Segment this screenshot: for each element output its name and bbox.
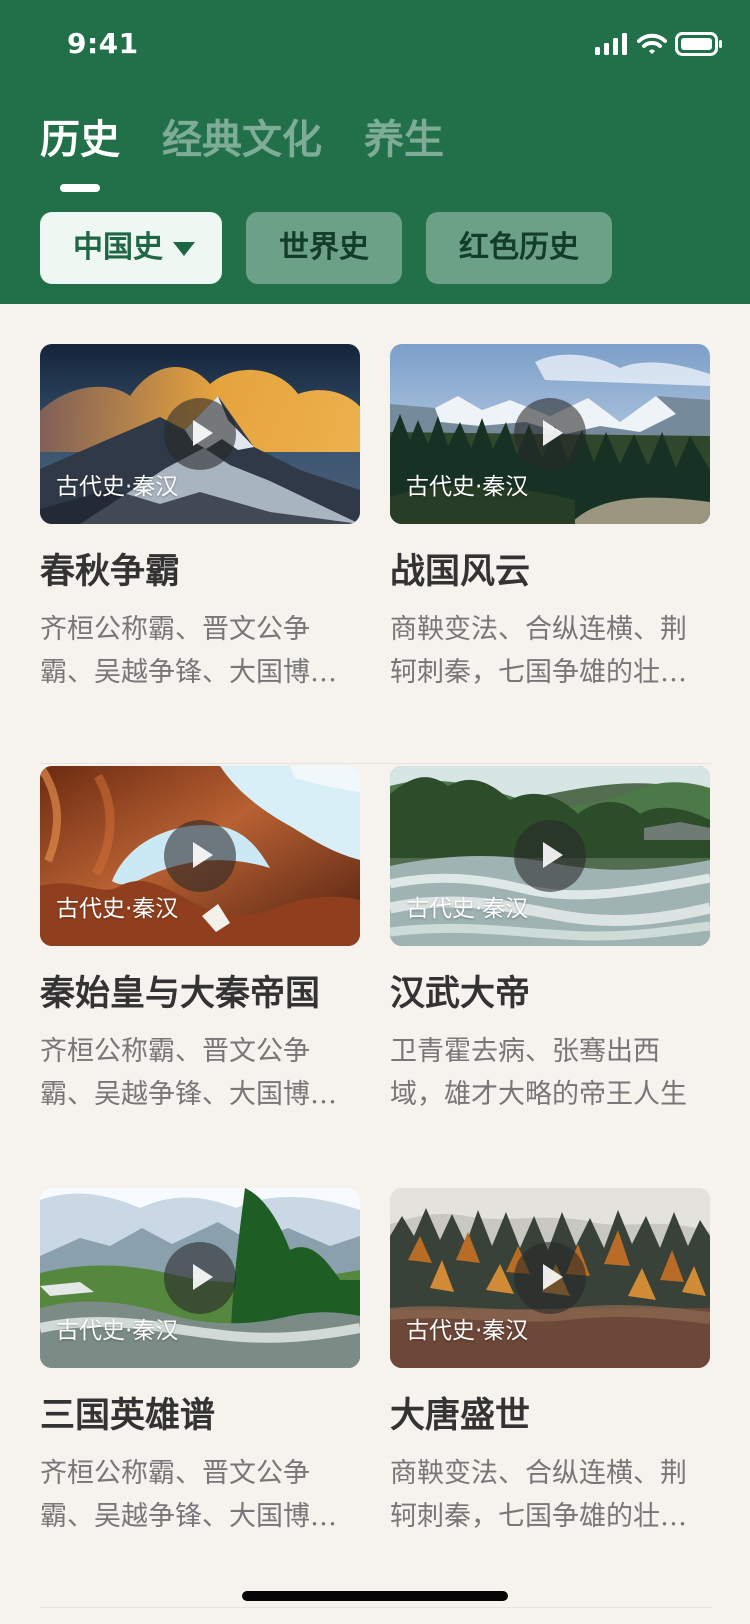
play-icon[interactable] (164, 398, 236, 470)
history-card-spring-autumn[interactable]: 古代史·秦汉 春秋争霸 齐桓公称霸、晋文公争霸、吴越争锋、大国博… (40, 344, 360, 704)
active-tab-indicator (60, 184, 100, 192)
video-thumbnail[interactable]: 古代史·秦汉 (390, 766, 710, 946)
card-description: 齐桓公称霸、晋文公争霸、吴越争锋、大国博… (40, 614, 337, 688)
card-title[interactable]: 三国英雄谱 (40, 1392, 360, 1440)
card-description: 卫青霍去病、张骞出西域，雄才大略的帝王人生 (390, 1036, 687, 1110)
card-description: 商鞅变法、合纵连横、荆轲刺秦，七国争雄的壮… (390, 614, 687, 688)
battery-icon (675, 32, 722, 56)
filter-red-history[interactable]: 红色历史 (426, 212, 612, 284)
row-divider (40, 1607, 712, 1608)
card-title[interactable]: 秦始皇与大秦帝国 (40, 970, 360, 1018)
tab-health[interactable]: 养生 (364, 112, 444, 168)
history-card-han-emperor[interactable]: 古代史·秦汉 汉武大帝 卫青霍去病、张骞出西域，雄才大略的帝王人生 (390, 766, 710, 1126)
wifi-icon (637, 33, 667, 54)
history-card-three-kingdoms[interactable]: 古代史·秦汉 三国英雄谱 齐桓公称霸、晋文公争霸、吴越争锋、大国博… (40, 1188, 360, 1548)
era-badge: 古代史·秦汉 (406, 474, 529, 500)
play-icon[interactable] (514, 1242, 586, 1314)
play-icon[interactable] (514, 820, 586, 892)
content-row: 古代史·秦汉 春秋争霸 齐桓公称霸、晋文公争霸、吴越争锋、大国博… 古代史·秦汉… (40, 344, 712, 764)
history-card-warring-states[interactable]: 古代史·秦汉 战国风云 商鞅变法、合纵连横、荆轲刺秦，七国争雄的壮… (390, 344, 710, 704)
row-divider (40, 763, 712, 764)
video-thumbnail[interactable]: 古代史·秦汉 (40, 766, 360, 946)
category-tabs: 历史 经典文化 养生 (40, 112, 444, 192)
card-title[interactable]: 大唐盛世 (390, 1392, 710, 1440)
play-icon[interactable] (164, 1242, 236, 1314)
tab-history[interactable]: 历史 (40, 112, 120, 168)
play-icon[interactable] (164, 820, 236, 892)
content-row: 古代史·秦汉 三国英雄谱 齐桓公称霸、晋文公争霸、吴越争锋、大国博… 古代史·秦… (40, 1188, 710, 1568)
status-time: 9:41 (67, 27, 139, 60)
history-content: 古代史·秦汉 春秋争霸 齐桓公称霸、晋文公争霸、吴越争锋、大国博… 古代史·秦汉… (0, 304, 750, 1624)
card-description: 齐桓公称霸、晋文公争霸、吴越争锋、大国博… (40, 1036, 337, 1110)
era-badge: 古代史·秦汉 (56, 1318, 179, 1344)
signal-icon (595, 33, 627, 55)
filter-chinese-history[interactable]: 中国史 (40, 212, 222, 284)
card-title[interactable]: 汉武大帝 (390, 970, 710, 1018)
card-title[interactable]: 战国风云 (390, 548, 710, 596)
video-thumbnail[interactable]: 古代史·秦汉 (40, 344, 360, 524)
card-description: 商鞅变法、合纵连横、荆轲刺秦，七国争雄的壮… (390, 1458, 687, 1532)
app-screen: 9:41 历史 经典文化 养生 中国史 世界史 红色历史 古代史·秦汉 春秋争霸… (0, 0, 750, 1624)
top-header: 9:41 历史 经典文化 养生 中国史 世界史 红色历史 (0, 0, 750, 304)
video-thumbnail[interactable]: 古代史·秦汉 (40, 1188, 360, 1368)
dropdown-caret-icon (173, 242, 195, 256)
era-badge: 古代史·秦汉 (406, 896, 529, 922)
video-thumbnail[interactable]: 古代史·秦汉 (390, 1188, 710, 1368)
era-badge: 古代史·秦汉 (56, 474, 179, 500)
history-filter-chips: 中国史 世界史 红色历史 (40, 212, 612, 284)
status-icons (595, 32, 723, 56)
filter-label: 中国史 (73, 230, 163, 265)
play-icon[interactable] (514, 398, 586, 470)
filter-world-history[interactable]: 世界史 (246, 212, 402, 284)
history-card-tang-dynasty[interactable]: 古代史·秦汉 大唐盛世 商鞅变法、合纵连横、荆轲刺秦，七国争雄的壮… (390, 1188, 710, 1548)
video-thumbnail[interactable]: 古代史·秦汉 (390, 344, 710, 524)
card-title[interactable]: 春秋争霸 (40, 548, 360, 596)
card-description: 齐桓公称霸、晋文公争霸、吴越争锋、大国博… (40, 1458, 337, 1532)
tab-classic-culture[interactable]: 经典文化 (162, 112, 322, 168)
content-row: 古代史·秦汉 秦始皇与大秦帝国 齐桓公称霸、晋文公争霸、吴越争锋、大国博… 古代… (40, 766, 712, 1608)
era-badge: 古代史·秦汉 (406, 1318, 529, 1344)
history-card-qin-empire[interactable]: 古代史·秦汉 秦始皇与大秦帝国 齐桓公称霸、晋文公争霸、吴越争锋、大国博… (40, 766, 360, 1126)
home-indicator (242, 1591, 508, 1601)
era-badge: 古代史·秦汉 (56, 896, 179, 922)
